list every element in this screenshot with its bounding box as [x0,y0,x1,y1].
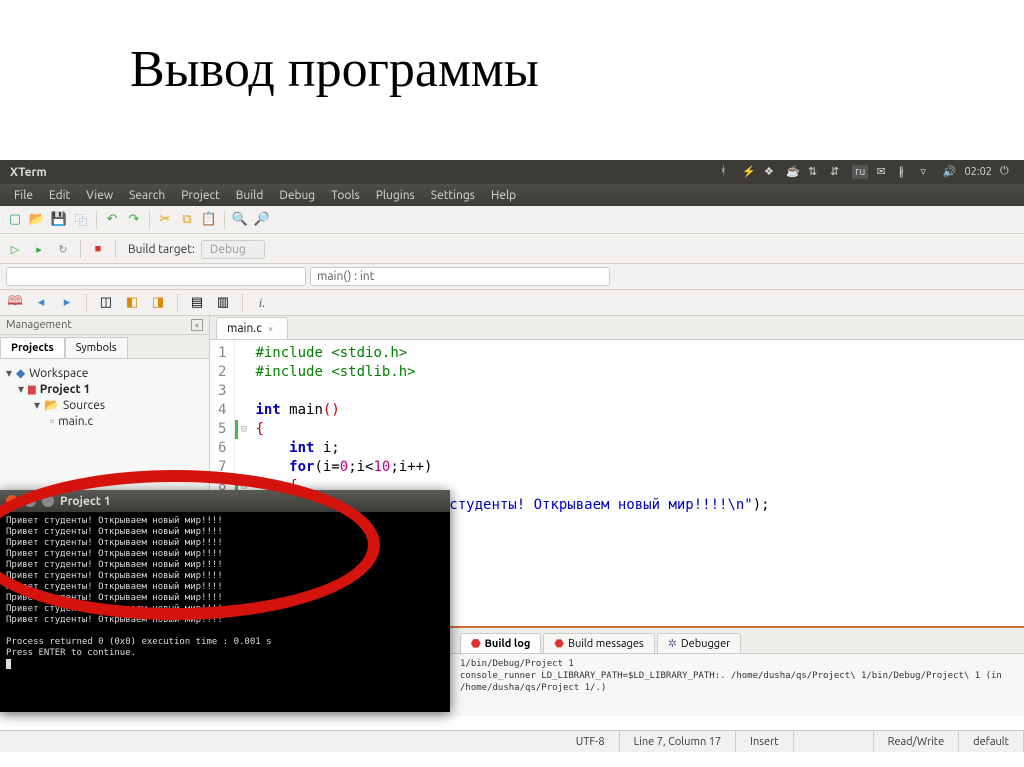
build-target-label: Build target: [128,243,195,256]
menu-file[interactable]: File [6,186,41,205]
xterm-min-icon[interactable] [24,495,36,507]
tree-file-mainc[interactable]: ▫ main.c [6,413,203,429]
menu-edit[interactable]: Edit [41,186,78,205]
tree-workspace[interactable]: ▾ ◆ Workspace [6,365,203,381]
menu-build[interactable]: Build [228,186,272,205]
menu-plugins[interactable]: Plugins [368,186,423,205]
clock[interactable]: 02:02 [964,166,992,178]
xterm-window[interactable]: Project 1 Привет студенты! Открываем нов… [0,490,450,712]
symbol-combo[interactable]: main() : int [310,267,610,286]
tree-project[interactable]: ▾ ▆ Project 1 [6,381,203,397]
pause-icon[interactable]: ↻ [54,240,72,258]
block1-icon[interactable]: ◫ [97,294,115,312]
cut-icon[interactable]: ✂ [156,211,174,229]
slide-title: Вывод программы [0,0,1024,99]
paste-icon[interactable]: 📋 [200,211,218,229]
block3-icon[interactable]: ◨ [149,294,167,312]
block4-icon[interactable]: ▤ [188,294,206,312]
sidebar-close-icon[interactable]: × [191,319,203,331]
status-profile[interactable]: default [959,731,1024,752]
run2-icon[interactable]: ▸ [30,240,48,258]
save-icon[interactable]: 💾 [50,211,68,229]
update-icon[interactable]: ⇅ [808,165,822,179]
xterm-title: Project 1 [60,495,111,508]
build-target-select[interactable]: Debug [201,240,265,259]
status-position: Line 7, Column 17 [620,731,737,752]
bookmark-prev-icon[interactable]: ◂ [32,294,50,312]
xterm-output: Привет студенты! Открываем новый мир!!!!… [0,512,450,712]
open-file-icon[interactable]: 📂 [28,211,46,229]
status-mode: Insert [736,731,793,752]
tab-build-messages[interactable]: ⬣Build messages [543,633,654,653]
menu-settings[interactable]: Settings [423,186,483,205]
info-icon[interactable]: i. [253,294,271,312]
save-all-icon[interactable]: ⿻ [72,211,90,229]
tab-build-log[interactable]: ⬣Build log [460,633,541,653]
statusbar: UTF-8 Line 7, Column 17 Insert Read/Writ… [0,730,1024,752]
battery-icon[interactable]: ⚡ [742,165,756,179]
mail-icon[interactable]: ✉ [876,165,890,179]
window-title: XTerm [0,166,47,179]
block2-icon[interactable]: ◧ [123,294,141,312]
menu-view[interactable]: View [78,186,121,205]
menu-tools[interactable]: Tools [323,186,368,205]
bookmark1-icon[interactable]: 🕮 [6,294,24,312]
undo-icon[interactable]: ↶ [103,211,121,229]
toolbar-main: ▢ 📂 💾 ⿻ ↶ ↷ ✂ ⧉ 📋 🔍 🔎 [0,206,1024,234]
bluetooth2-icon[interactable]: ∦ [898,165,912,179]
network-icon[interactable]: ⇵ [830,165,844,179]
tab-projects[interactable]: Projects [0,337,65,358]
toolbar-bookmarks: 🕮 ◂ ▸ ◫ ◧ ◨ ▤ ▥ i. [0,290,1024,316]
block5-icon[interactable]: ▥ [214,294,232,312]
bookmark-next-icon[interactable]: ▸ [58,294,76,312]
tab-symbols[interactable]: Symbols [65,337,128,358]
xterm-max-icon[interactable] [42,495,54,507]
bluetooth-icon[interactable]: ᚼ [720,165,734,179]
dropbox-icon[interactable]: ❖ [764,165,778,179]
menu-debug[interactable]: Debug [271,186,323,205]
redo-icon[interactable]: ↷ [125,211,143,229]
tab-debugger[interactable]: ✲Debugger [657,633,742,653]
cup-icon[interactable]: ☕ [786,165,800,179]
menu-search[interactable]: Search [121,186,173,205]
toolbar-debug: ▷ ▸ ↻ ■ Build target: Debug [0,234,1024,264]
xterm-titlebar[interactable]: Project 1 [0,490,450,512]
xterm-close-icon[interactable] [6,495,18,507]
close-tab-icon[interactable]: × [268,323,274,334]
volume-icon[interactable]: 🔊 [942,165,956,179]
editor-tab-mainc[interactable]: main.c × [216,317,288,339]
find-icon[interactable]: 🔍 [231,211,249,229]
sidebar-title: Management [6,319,72,331]
scope-combo-left[interactable] [6,267,306,286]
keyboard-lang[interactable]: ru [852,165,868,179]
tree-folder-sources[interactable]: ▾ 📂 Sources [6,397,203,413]
menu-project[interactable]: Project [173,186,228,205]
stop-icon[interactable]: ■ [89,240,107,258]
toolbar-scope: main() : int [0,264,1024,290]
replace-icon[interactable]: 🔎 [253,211,271,229]
menu-help[interactable]: Help [483,186,524,205]
copy-icon[interactable]: ⧉ [178,211,196,229]
window-titlebar: XTerm ᚼ ⚡ ❖ ☕ ⇅ ⇵ ru ✉ ∦ ▿ 🔊 02:02 ⏻ [0,160,1024,184]
run-icon[interactable]: ▷ [6,240,24,258]
menu-bar: File Edit View Search Project Build Debu… [0,184,1024,206]
status-rw: Read/Write [874,731,960,752]
project-tree: ▾ ◆ Workspace ▾ ▆ Project 1 ▾ 📂 Sources … [0,359,209,435]
new-file-icon[interactable]: ▢ [6,211,24,229]
status-encoding[interactable]: UTF-8 [562,731,620,752]
power-icon[interactable]: ⏻ [1000,165,1014,179]
signal-icon[interactable]: ▿ [920,165,934,179]
